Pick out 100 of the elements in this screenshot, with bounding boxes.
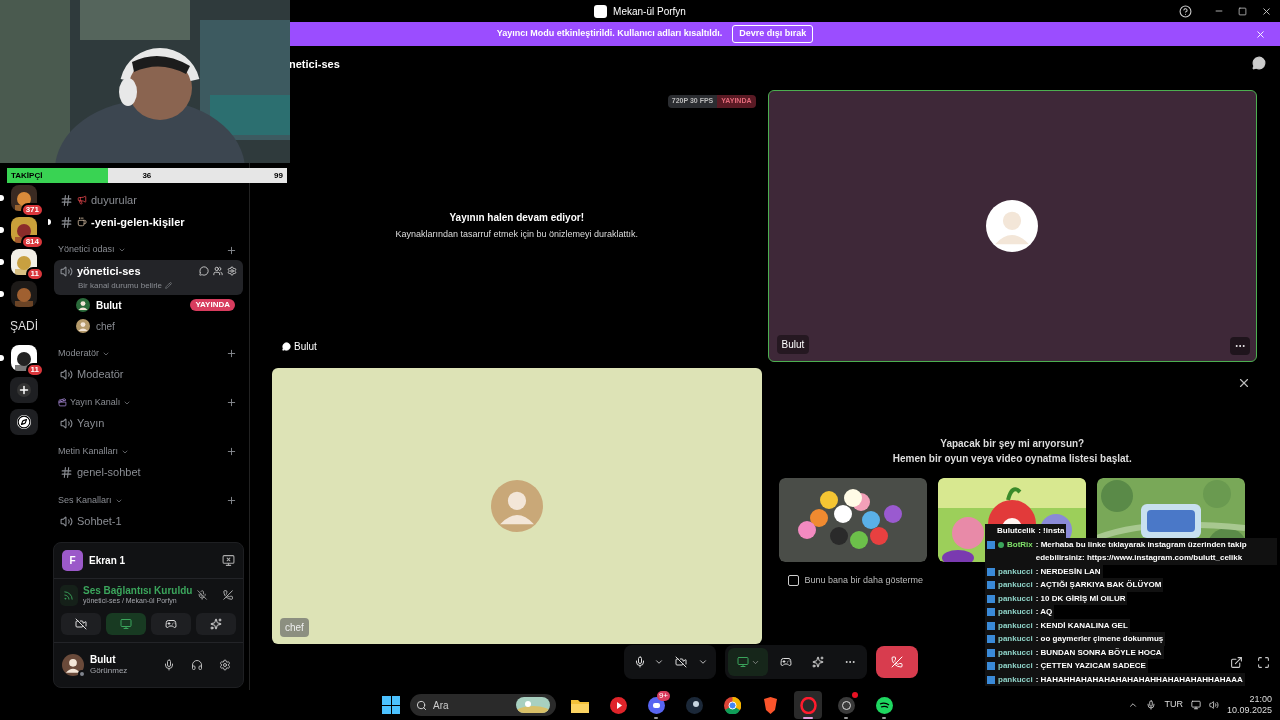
- add-channel-icon[interactable]: [226, 348, 237, 359]
- display-icon[interactable]: [1190, 700, 1201, 710]
- add-channel-icon[interactable]: [226, 446, 237, 457]
- platform-icon: [987, 540, 995, 549]
- server-button[interactable]: ŞADİ: [0, 313, 48, 339]
- mic-icon[interactable]: [163, 659, 175, 671]
- chat-text: : NERDESİN LAN: [1035, 565, 1101, 578]
- app-logo-icon: [594, 4, 608, 18]
- category-header[interactable]: Yönetici odası: [58, 243, 126, 257]
- disable-button[interactable]: Devre dışı bırak: [732, 25, 814, 43]
- voice-member[interactable]: chef: [76, 315, 235, 337]
- headphones-icon[interactable]: [191, 659, 203, 671]
- search-icon: [416, 699, 427, 711]
- checkbox[interactable]: [787, 575, 799, 587]
- checkbox-label[interactable]: Bunu bana bir daha gösterme: [787, 574, 924, 588]
- camera-off-icon: [75, 618, 87, 630]
- notification-badge: 9+: [656, 691, 670, 701]
- add-channel-icon[interactable]: [226, 244, 237, 256]
- chat-icon[interactable]: [199, 266, 209, 277]
- chevron-icon[interactable]: [1128, 700, 1139, 710]
- streamer-name: Bulut: [294, 340, 317, 354]
- stream-message: Kaynaklarından tasarruf etmek için bu önizlemeyi duraklattık.: [395, 228, 639, 242]
- mic-icon: [634, 656, 646, 668]
- add-channel-icon[interactable]: [226, 397, 237, 408]
- chat-username: pankucci: [998, 633, 1033, 645]
- connection-status: Ses Bağlantısı Kuruldu: [83, 584, 193, 598]
- close-icon[interactable]: [1237, 376, 1251, 390]
- camera-off-icon: [675, 656, 687, 668]
- disconnect-icon[interactable]: [222, 589, 233, 602]
- hash-icon: [60, 193, 73, 207]
- stop-screen-icon[interactable]: [222, 553, 235, 567]
- volume-icon[interactable]: [1208, 700, 1219, 710]
- avatar: [986, 200, 1039, 252]
- screen-share-button[interactable]: [728, 648, 768, 676]
- screen-icon: [736, 656, 749, 668]
- channel-title: netici-ses: [289, 57, 340, 72]
- gamepad-icon: [165, 618, 177, 630]
- category-header[interactable]: Ses Kanalları: [58, 493, 123, 508]
- channel-item[interactable]: Modeatör: [54, 363, 243, 386]
- chat-text: : 10 DK GİRİŞ Mİ OILUR: [1035, 592, 1126, 605]
- live-badge: YAYINDA: [190, 299, 235, 311]
- category-header[interactable]: Moderatör: [58, 346, 111, 361]
- chat-username: pankucci: [998, 579, 1033, 591]
- fullscreen-icon[interactable]: [1257, 655, 1270, 669]
- chat-text: : BUNDAN SONRA BÖYLE HOCA: [1035, 646, 1162, 659]
- stream-title: Yayının halen devam ediyor!: [449, 211, 584, 226]
- channel-name: yönetici-ses: [77, 264, 141, 279]
- screen-avatar: F: [62, 549, 83, 571]
- chat-username: pankucci: [998, 619, 1033, 632]
- panel-button[interactable]: [196, 613, 236, 635]
- soundboard-icon: [812, 656, 824, 668]
- category-header[interactable]: Metin Kanalları: [58, 444, 130, 459]
- channel-item[interactable]: duyurular: [54, 189, 243, 211]
- chat-text: : HAHAHHAHAHAHAHAHAHAHHAHAHAHAHHAHAAA: [1035, 673, 1243, 686]
- taskbar-app[interactable]: 9+: [642, 691, 670, 719]
- server-button[interactable]: 814: [0, 217, 48, 243]
- clock[interactable]: 21:00 10.09.2025: [1226, 694, 1272, 716]
- mention-badge: 11: [25, 363, 44, 377]
- goal-target: 99: [274, 169, 283, 182]
- channel-status: Bir kanal durumu belirle: [78, 279, 163, 292]
- search-field[interactable]: Ara: [433, 697, 503, 713]
- channel-item[interactable]: -yeni-gelen-kişiler: [54, 211, 243, 233]
- panel-button[interactable]: [61, 613, 101, 635]
- add-icon: [17, 383, 31, 397]
- settings-icon[interactable]: [219, 659, 231, 671]
- search-bar[interactable]: Ara: [410, 694, 556, 716]
- more-button[interactable]: [1230, 337, 1250, 355]
- chat-username: Bulutcelik: [997, 525, 1036, 537]
- chat-username: pankucci: [998, 673, 1033, 686]
- chat-username: pankucci: [998, 565, 1033, 578]
- panel-button[interactable]: [151, 613, 191, 635]
- channel-item[interactable]: yönetici-ses Bir kanal durumu belirle: [54, 260, 243, 295]
- channel-item[interactable]: Sohbet-1: [54, 510, 243, 533]
- avatar: [76, 298, 90, 312]
- mic-icon[interactable]: [1146, 700, 1157, 710]
- language-indicator[interactable]: TUR: [1164, 698, 1183, 712]
- running-indicator: [844, 717, 848, 719]
- channel-item[interactable]: genel-sohbet: [54, 461, 243, 484]
- people-icon[interactable]: [213, 266, 223, 277]
- voice-member[interactable]: Bulut YAYINDA: [76, 294, 235, 316]
- help-icon[interactable]: [1179, 4, 1192, 18]
- chat-icon[interactable]: [1252, 56, 1266, 70]
- taskbar-app[interactable]: [794, 691, 822, 719]
- panel-button[interactable]: [106, 613, 146, 635]
- leave-call-button[interactable]: [876, 646, 918, 678]
- hash-icon: [60, 466, 73, 479]
- hash-icon: [60, 215, 73, 229]
- maximize-icon[interactable]: [1238, 6, 1247, 16]
- start-button[interactable]: [382, 696, 400, 714]
- settings-icon[interactable]: [227, 266, 237, 277]
- channel-item[interactable]: Yayın: [54, 412, 243, 435]
- chat-text: : !insta: [1038, 525, 1065, 537]
- chat-text: : ÇETTEN YAZICAM SADECE: [1035, 660, 1146, 672]
- avatar: [490, 480, 543, 532]
- folder-icon: [571, 697, 589, 713]
- close-icon[interactable]: [1261, 5, 1272, 17]
- screen-title: Ekran 1: [89, 553, 126, 568]
- category-header[interactable]: Yayın Kanalı: [58, 395, 132, 410]
- add-channel-icon[interactable]: [226, 495, 237, 506]
- pop-out-icon[interactable]: [1230, 655, 1243, 669]
